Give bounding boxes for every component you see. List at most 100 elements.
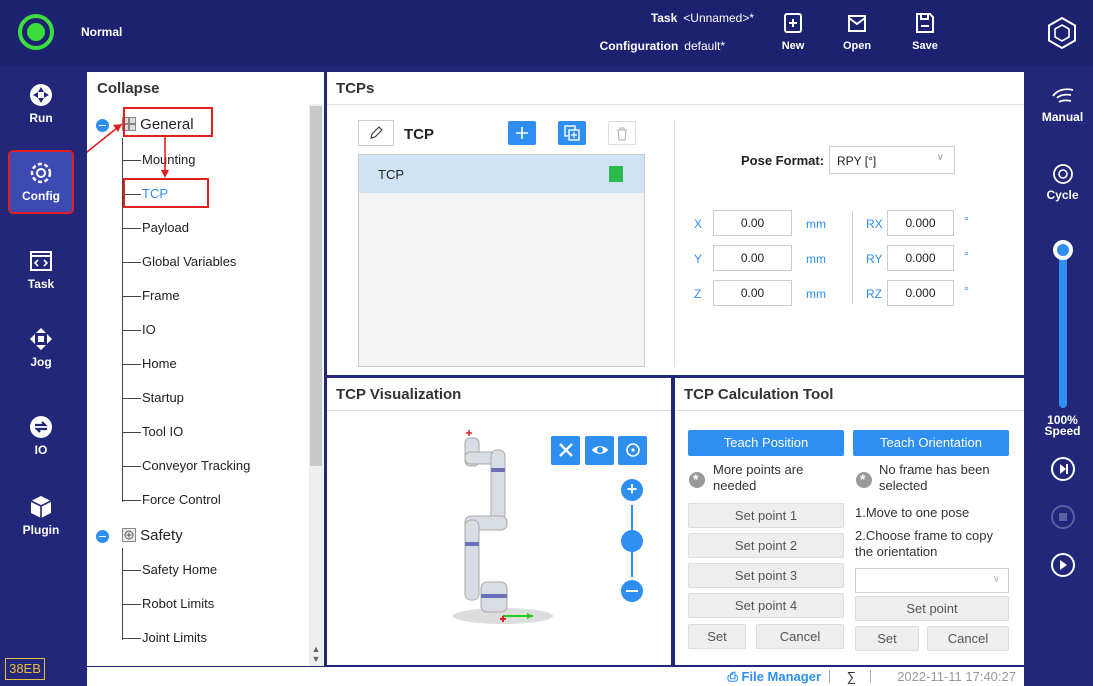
nav-plugin[interactable]: Plugin — [10, 486, 72, 546]
speed-slider-handle[interactable] — [1053, 240, 1073, 260]
speed-slider-track[interactable] — [1059, 246, 1067, 408]
printer-icon: ⎙ — [727, 669, 738, 684]
orientation-set-button[interactable]: Set — [855, 626, 919, 651]
play-icon — [1050, 553, 1075, 577]
manual-button[interactable]: Manual — [1032, 86, 1093, 124]
tree-scrollbar[interactable]: ▲ ▼ — [309, 104, 323, 666]
code-icon — [30, 251, 52, 271]
scroll-arrows-icon[interactable]: ▲ ▼ — [309, 644, 323, 664]
stop-icon — [1050, 505, 1075, 529]
tree-item-robot-limits[interactable]: Robot Limits — [142, 596, 214, 611]
rx-label: RX — [866, 217, 883, 231]
right-control-bar: Manual Cycle 100% Speed — [1032, 66, 1093, 686]
rename-button[interactable] — [358, 120, 394, 146]
tcp-list: TCP — [358, 154, 645, 367]
tree-item-conveyor-tracking[interactable]: Conveyor Tracking — [142, 458, 250, 473]
tcp-visualization-panel: TCP Visualization + — [327, 378, 671, 665]
tree-category-safety[interactable]: Safety — [122, 527, 183, 544]
rz-unit: ° — [964, 284, 969, 298]
save-button[interactable]: Save — [900, 12, 950, 60]
play-button[interactable] — [1032, 552, 1093, 578]
pose-format-select[interactable]: RPY [°] ∨ — [829, 146, 955, 174]
rx-input[interactable]: 0.000 — [887, 210, 954, 236]
tcps-divider — [327, 104, 1024, 105]
nav-jog[interactable]: Jog — [10, 318, 72, 378]
nav-io[interactable]: IO — [10, 406, 72, 466]
io-icon — [30, 416, 52, 438]
new-label: New — [781, 40, 805, 52]
tree-connector — [123, 398, 141, 399]
tcp-list-item[interactable]: TCP — [359, 155, 644, 193]
tree-connector — [123, 466, 141, 467]
cycle-button[interactable]: Cycle — [1032, 162, 1093, 202]
tree-connector — [123, 330, 141, 331]
step-button[interactable] — [1032, 456, 1093, 482]
brand-logo-icon — [1045, 16, 1079, 50]
step-2-text: 2.Choose frame to copy the orientation — [855, 528, 993, 560]
rotate-icon — [625, 443, 640, 457]
open-button[interactable]: Open — [832, 12, 882, 60]
stop-button[interactable] — [1032, 504, 1093, 530]
default-star-icon[interactable] — [609, 166, 623, 182]
coords-separator — [852, 211, 853, 304]
position-info-line1: More points are — [713, 462, 804, 477]
nav-run-label: Run — [29, 111, 53, 125]
tree-item-io[interactable]: IO — [142, 322, 156, 337]
tree-scrollbar-thumb[interactable] — [310, 106, 322, 466]
step-2-line1: 2.Choose frame to copy — [855, 528, 994, 543]
reset-view-button[interactable] — [618, 436, 647, 465]
tool-settings-button[interactable] — [551, 436, 580, 465]
visibility-button[interactable] — [585, 436, 614, 465]
copy-tcp-button[interactable] — [558, 121, 586, 145]
set-point-3-button[interactable]: Set point 3 — [688, 563, 844, 588]
y-input[interactable]: 0.00 — [713, 245, 792, 271]
teach-position-tab[interactable]: Teach Position — [688, 430, 844, 456]
safety-collapse-icon[interactable] — [96, 530, 109, 543]
tree-item-payload[interactable]: Payload — [142, 220, 189, 235]
x-input[interactable]: 0.00 — [713, 210, 792, 236]
x-unit: mm — [806, 217, 826, 231]
orientation-cancel-button[interactable]: Cancel — [927, 626, 1009, 651]
zoom-out-icon[interactable] — [621, 580, 643, 602]
nav-jog-label: Jog — [30, 355, 52, 369]
tree-item-frame[interactable]: Frame — [142, 288, 180, 303]
new-button[interactable]: New — [768, 12, 818, 60]
set-point-2-button[interactable]: Set point 2 — [688, 533, 844, 558]
z-input[interactable]: 0.00 — [713, 280, 792, 306]
ry-label: RY — [866, 252, 883, 266]
cycle-label: Cycle — [1046, 188, 1079, 202]
frame-select[interactable]: ∨ — [855, 568, 1009, 593]
set-point-orientation-button[interactable]: Set point — [855, 596, 1009, 621]
add-tcp-button[interactable] — [508, 121, 536, 145]
tcp-list-item-label: TCP — [378, 167, 404, 182]
rz-input[interactable]: 0.000 — [887, 280, 954, 306]
orientation-info-line2: selected — [879, 478, 928, 493]
tree-item-home[interactable]: Home — [142, 356, 177, 371]
position-info: More points are needed — [713, 462, 803, 494]
configuration-info: Configuration default* — [600, 39, 725, 53]
delete-tcp-button[interactable] — [608, 121, 636, 145]
robot-arm-3d-view[interactable] — [445, 428, 555, 628]
teach-orientation-tab[interactable]: Teach Orientation — [853, 430, 1009, 456]
nav-task[interactable]: Task — [10, 240, 72, 300]
orientation-info-line1: No frame has been — [879, 462, 990, 477]
ry-input[interactable]: 0.000 — [887, 245, 954, 271]
zoom-slider-handle[interactable] — [621, 530, 643, 552]
tree-item-safety-home[interactable]: Safety Home — [142, 562, 217, 577]
tree-item-global-variables[interactable]: Global Variables — [142, 254, 236, 269]
set-point-1-button[interactable]: Set point 1 — [688, 503, 844, 528]
nav-config[interactable]: Config — [8, 150, 74, 214]
tree-item-tool-io[interactable]: Tool IO — [142, 424, 183, 439]
set-button[interactable]: Set — [688, 624, 746, 649]
mode-label: Normal — [81, 25, 123, 39]
cancel-button[interactable]: Cancel — [756, 624, 844, 649]
zoom-in-icon[interactable]: + — [621, 479, 643, 501]
task-label: Task — [650, 11, 678, 25]
tree-item-joint-limits[interactable]: Joint Limits — [142, 630, 207, 645]
move-arrows-icon — [30, 328, 52, 350]
set-point-4-button[interactable]: Set point 4 — [688, 593, 844, 618]
tree-item-force-control[interactable]: Force Control — [142, 492, 221, 507]
tree-item-startup[interactable]: Startup — [142, 390, 184, 405]
nav-run[interactable]: Run — [10, 74, 72, 134]
file-manager-button[interactable]: ⎙ File Manager — [728, 669, 822, 685]
